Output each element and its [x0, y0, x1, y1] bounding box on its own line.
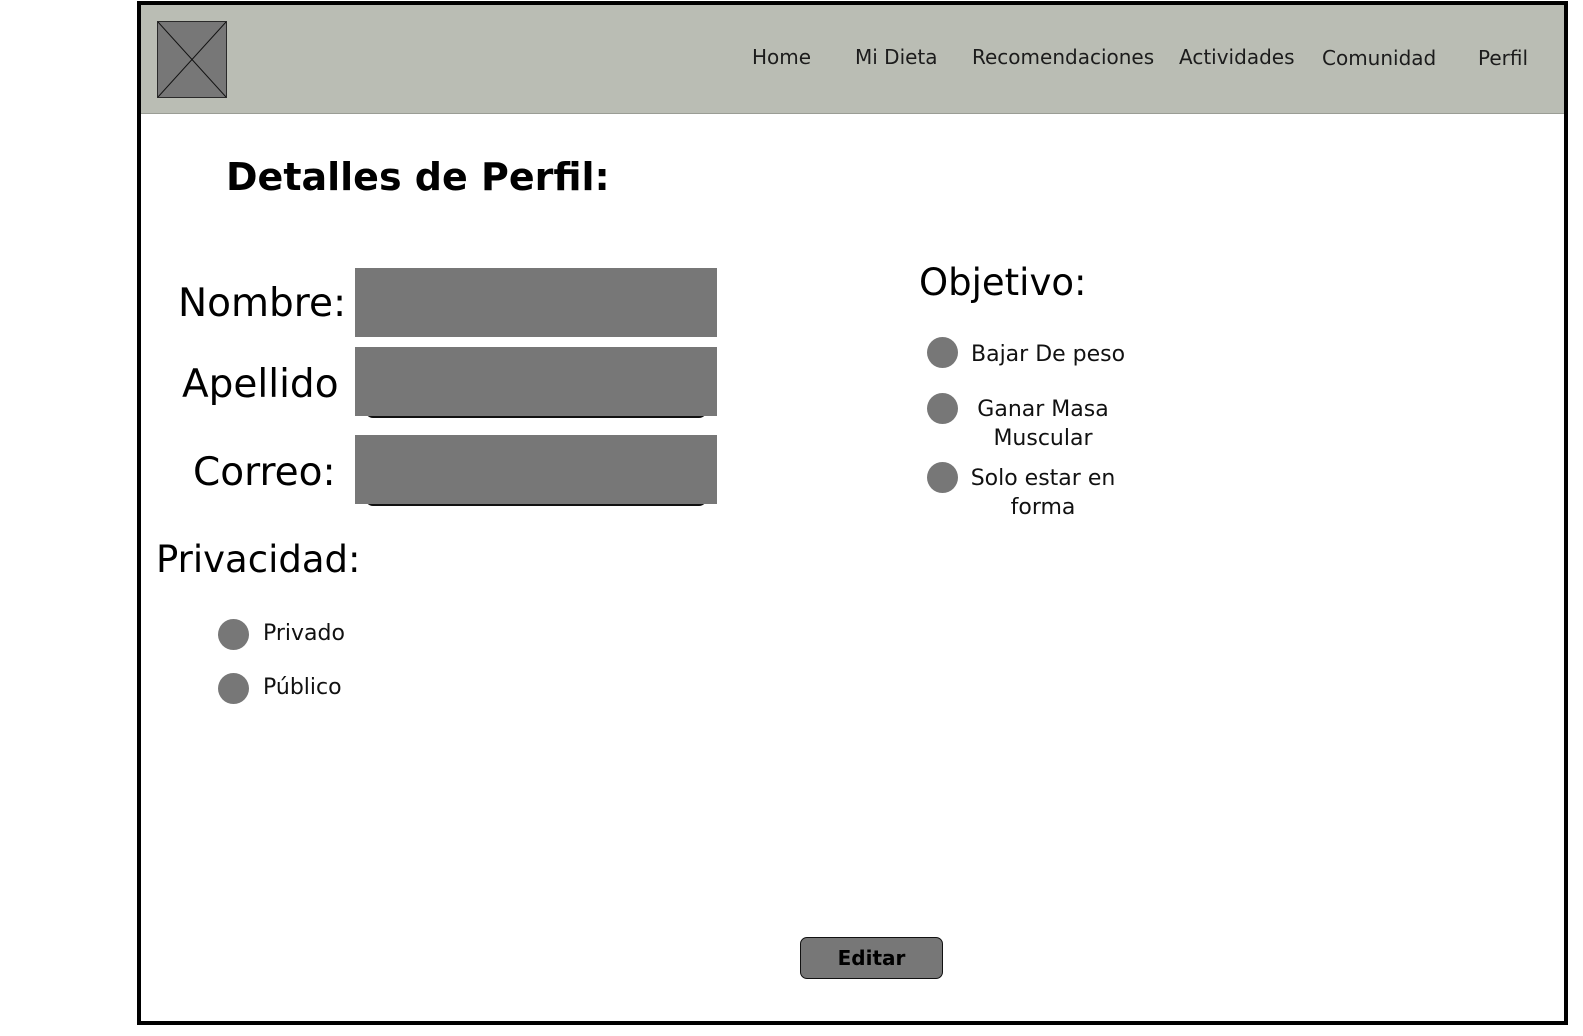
radio-label-ganar-masa-muscular: Ganar Masa Muscular [977, 397, 1109, 451]
apellido-label: Apellido [182, 362, 339, 407]
nav-actividades[interactable]: Actividades [1179, 45, 1295, 69]
nav-perfil[interactable]: Perfil [1478, 46, 1528, 70]
nombre-label: Nombre: [178, 281, 347, 326]
nombre-input[interactable] [355, 268, 717, 337]
radio-label-bajar-de-peso: Bajar De peso [971, 342, 1126, 367]
radio-label-privado: Privado [263, 621, 345, 646]
radio-label-publico: Público [263, 675, 342, 700]
radio-privado[interactable]: Privado [218, 619, 378, 650]
privacy-title: Privacidad: [156, 538, 361, 581]
radio-button-icon[interactable] [927, 337, 958, 368]
radio-button-icon[interactable] [218, 673, 249, 704]
nav-recomendaciones[interactable]: Recomendaciones [972, 45, 1154, 69]
logo-placeholder-icon[interactable] [157, 21, 227, 98]
page-title: Detalles de Perfil: [226, 155, 610, 199]
app-window: Home Mi Dieta Recomendaciones Actividade… [137, 1, 1568, 1025]
apellido-input[interactable] [355, 347, 717, 416]
radio-button-icon[interactable] [927, 393, 958, 424]
radio-button-icon[interactable] [927, 462, 958, 493]
radio-label-solo-estar-en-forma: Solo estar en forma [970, 466, 1116, 520]
correo-label: Correo: [193, 450, 336, 495]
radio-bajar-de-peso[interactable]: Bajar De peso [927, 337, 1167, 368]
nav-comunidad[interactable]: Comunidad [1322, 46, 1436, 70]
objective-title: Objetivo: [919, 261, 1087, 304]
nav-home[interactable]: Home [752, 45, 811, 69]
radio-ganar-masa-muscular[interactable]: Ganar Masa Muscular [927, 393, 1167, 455]
correo-input[interactable] [355, 435, 717, 504]
nav-mi-dieta[interactable]: Mi Dieta [855, 45, 938, 69]
edit-button[interactable]: Editar [800, 937, 943, 979]
radio-solo-estar-en-forma[interactable]: Solo estar en forma [927, 462, 1167, 524]
top-navigation-bar: Home Mi Dieta Recomendaciones Actividade… [141, 5, 1564, 114]
radio-publico[interactable]: Público [218, 673, 378, 704]
radio-button-icon[interactable] [218, 619, 249, 650]
